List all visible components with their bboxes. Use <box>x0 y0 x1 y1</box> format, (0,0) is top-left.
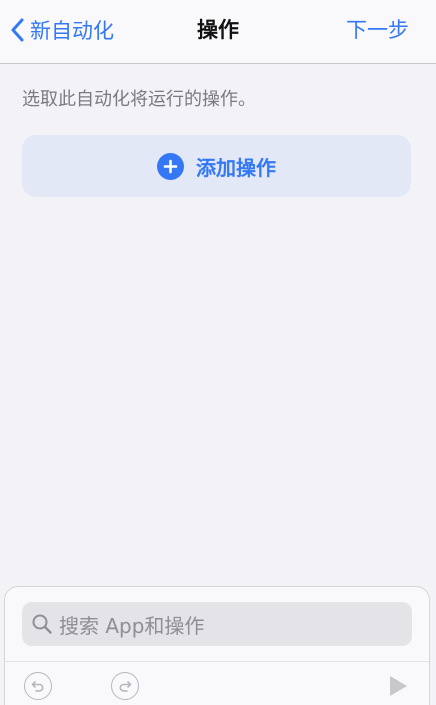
navigation-bar: 新自动化 操作 下一步 <box>0 0 436 64</box>
run-button[interactable] <box>387 674 409 702</box>
search-icon <box>31 613 53 635</box>
next-button[interactable]: 下一步 <box>346 14 409 46</box>
plus-icon <box>157 152 184 180</box>
search-input[interactable]: 搜索 App和操作 <box>22 602 412 646</box>
search-placeholder: 搜索 App和操作 <box>59 613 205 638</box>
redo-icon <box>119 681 132 692</box>
play-icon <box>390 676 407 696</box>
screen: 新自动化 操作 下一步 选取此自动化将运行的操作。 添加操作 搜索 App和操作 <box>0 0 436 705</box>
instruction-text: 选取此自动化将运行的操作。 <box>22 89 256 110</box>
action-picker-sheet: 搜索 App和操作 <box>4 586 430 705</box>
add-action-button[interactable]: 添加操作 <box>22 135 411 197</box>
undo-button[interactable] <box>24 672 52 700</box>
redo-button[interactable] <box>111 672 139 700</box>
add-action-label: 添加操作 <box>196 155 276 180</box>
undo-icon <box>31 681 44 692</box>
editor-toolbar <box>5 661 429 702</box>
